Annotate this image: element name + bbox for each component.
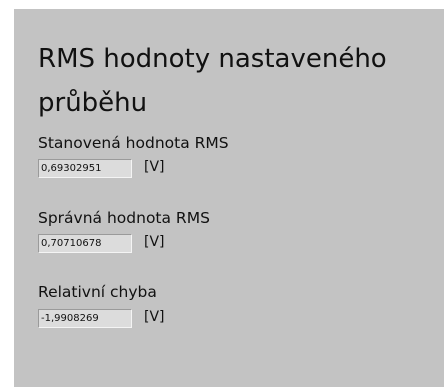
relative-error-label: Relativní chyba <box>38 283 157 301</box>
panel-title: RMS hodnoty nastaveného průběhu <box>38 44 387 118</box>
correct-rms-indicator[interactable]: 0,70710678 <box>38 234 132 253</box>
relative-error-unit: [V] <box>144 309 165 325</box>
rms-panel: RMS hodnoty nastaveného průběhu Stanoven… <box>14 9 444 387</box>
correct-rms-label: Správná hodnota RMS <box>38 209 210 227</box>
estimated-rms-label: Stanovená hodnota RMS <box>38 134 229 152</box>
correct-rms-unit: [V] <box>144 234 165 250</box>
relative-error-indicator[interactable]: -1,9908269 <box>38 309 132 328</box>
estimated-rms-indicator[interactable]: 0,69302951 <box>38 159 132 178</box>
estimated-rms-unit: [V] <box>144 159 165 175</box>
